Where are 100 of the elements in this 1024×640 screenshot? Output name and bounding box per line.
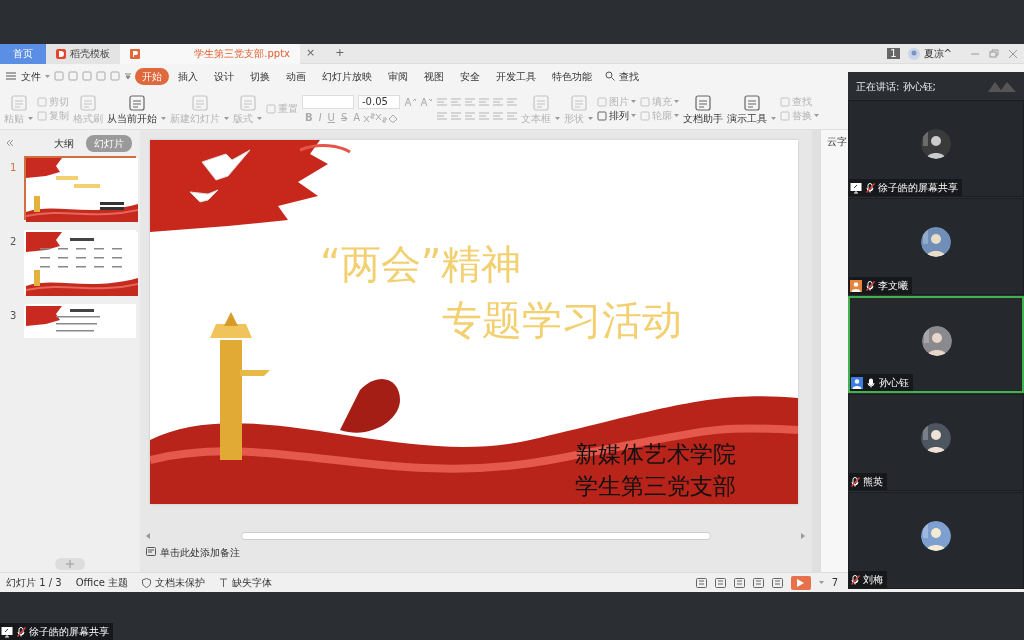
caret-icon[interactable] xyxy=(45,73,51,79)
account-name[interactable]: 夏凉^ xyxy=(923,46,952,61)
toolbar-button[interactable]: 演示工具 xyxy=(727,93,776,124)
video-tile[interactable]: 刘梅 xyxy=(848,492,1024,589)
paragraph-format-icon[interactable] xyxy=(478,110,489,121)
document-tab[interactable]: 稻壳模板 xyxy=(46,43,120,64)
scroll-right-icon[interactable] xyxy=(801,533,806,539)
caret-icon xyxy=(257,116,262,121)
presentation-file-icon xyxy=(130,48,140,59)
shield-icon xyxy=(142,577,151,588)
caret-icon xyxy=(161,116,166,121)
video-tile[interactable]: 徐子皓的屏幕共享 xyxy=(848,100,1024,197)
paragraph-format-icon[interactable] xyxy=(464,110,475,121)
ribbon-tab[interactable]: 开发工具 xyxy=(489,67,543,85)
organization-text: 学生第三党支部 xyxy=(575,474,736,500)
command-icon xyxy=(597,110,607,121)
file-menu[interactable]: 文件 xyxy=(21,68,41,84)
participant-name: 徐子皓的屏幕共享 xyxy=(29,625,109,639)
scrollbar-thumb[interactable] xyxy=(241,532,711,540)
notes-placeholder[interactable]: 单击此处添加备注 xyxy=(160,544,240,560)
search-command[interactable]: 查找 xyxy=(619,68,639,84)
toolbar-button[interactable]: 排列 xyxy=(597,110,636,121)
new-tab-button[interactable]: + xyxy=(329,45,351,62)
participant-name: 李文曦 xyxy=(878,279,908,293)
collapse-icon[interactable] xyxy=(6,139,14,147)
shrink-font-icon[interactable] xyxy=(420,96,432,107)
zoom-level[interactable]: 7 xyxy=(831,575,838,590)
video-tile[interactable]: 熊英 xyxy=(848,394,1024,491)
font-name-field[interactable] xyxy=(302,94,354,109)
ribbon-tab[interactable]: 幻灯片放映 xyxy=(315,67,379,85)
command-icon xyxy=(597,96,607,107)
document-tab[interactable]: 学生第三党支部.pptx xyxy=(120,43,300,64)
missing-fonts-button[interactable]: 缺失字体 xyxy=(232,575,272,590)
ribbon-tab[interactable]: 动画 xyxy=(279,67,313,85)
caret-icon[interactable] xyxy=(818,580,824,585)
menu-icon[interactable] xyxy=(6,72,16,80)
ribbon-tab[interactable]: 安全 xyxy=(453,67,487,85)
command-icon xyxy=(569,93,588,112)
paragraph-format-icon[interactable] xyxy=(436,96,447,107)
caret-icon xyxy=(674,99,679,104)
ribbon-tab[interactable]: 插入 xyxy=(171,67,205,85)
panel-tab[interactable]: 大纲 xyxy=(46,134,82,152)
template-icon xyxy=(56,48,66,59)
vertical-scrollbar[interactable] xyxy=(812,130,820,572)
paragraph-format-icon[interactable] xyxy=(492,110,503,121)
slide-title: 专题学习活动 xyxy=(442,298,682,342)
ribbon-tab[interactable]: 设计 xyxy=(207,67,241,85)
command-icon xyxy=(37,96,47,107)
paragraph-format-icon[interactable] xyxy=(492,96,503,107)
person-icon xyxy=(851,376,863,389)
caret-icon xyxy=(674,113,679,118)
caret-icon xyxy=(224,116,229,121)
ribbon-tab[interactable]: 视图 xyxy=(417,67,451,85)
paragraph-format-icon[interactable] xyxy=(478,96,489,107)
pane-title: 云字 xyxy=(827,136,847,147)
add-slide-icon[interactable] xyxy=(55,558,85,570)
command-icon xyxy=(9,93,28,112)
paragraph-format-icon[interactable] xyxy=(436,110,447,121)
paragraph-format-icon[interactable] xyxy=(450,110,461,121)
eraser-icon[interactable] xyxy=(387,112,400,123)
paragraph-format-icon[interactable] xyxy=(506,110,517,121)
slide-number: 2 xyxy=(10,235,18,249)
participant-name: 徐子皓的屏幕共享 xyxy=(878,181,958,195)
caret-icon xyxy=(555,116,560,121)
command-icon xyxy=(694,93,712,112)
command-icon xyxy=(531,93,550,112)
command-icon xyxy=(266,103,276,114)
caret-icon xyxy=(631,99,636,104)
grow-font-icon[interactable] xyxy=(404,96,416,107)
person-icon xyxy=(850,279,862,292)
notification-badge: 1 xyxy=(887,48,900,59)
participant-name: 熊英 xyxy=(863,475,883,489)
paragraph-format-icon[interactable] xyxy=(464,96,475,107)
command-icon xyxy=(37,110,47,121)
toolbar-button[interactable]: 从当前开始 xyxy=(107,93,166,124)
play-icon xyxy=(797,578,805,587)
caret-icon xyxy=(771,116,776,121)
command-icon xyxy=(238,93,257,112)
play-slideshow-button[interactable] xyxy=(790,575,811,590)
video-tile[interactable]: 李文曦 xyxy=(848,198,1024,295)
search-icon[interactable] xyxy=(605,71,615,81)
scroll-left-icon[interactable] xyxy=(146,533,151,539)
command-icon xyxy=(780,110,790,121)
command-icon xyxy=(79,93,97,112)
slide-number: 1 xyxy=(10,161,18,175)
superscript-icon[interactable] xyxy=(363,112,376,123)
paragraph-format-icon[interactable] xyxy=(450,96,461,107)
protection-status[interactable]: 文档未保护 xyxy=(155,575,205,590)
ribbon-tab[interactable]: 审阅 xyxy=(381,67,415,85)
slide-number: 3 xyxy=(10,309,18,323)
subscript-icon[interactable] xyxy=(375,112,388,123)
ribbon-tab[interactable]: 切换 xyxy=(243,67,277,85)
close-tab-button[interactable]: × xyxy=(300,45,322,62)
video-tile[interactable]: 孙心钰 xyxy=(848,296,1024,393)
user-avatar-icon[interactable] xyxy=(907,47,920,60)
font-size-field[interactable]: -0.05 xyxy=(358,94,400,109)
toolbar-button[interactable]: 文档助手 xyxy=(683,93,723,124)
font-icon xyxy=(219,577,228,588)
paragraph-format-icon[interactable] xyxy=(506,96,517,107)
ribbon-tab[interactable]: 特色功能 xyxy=(545,67,599,85)
